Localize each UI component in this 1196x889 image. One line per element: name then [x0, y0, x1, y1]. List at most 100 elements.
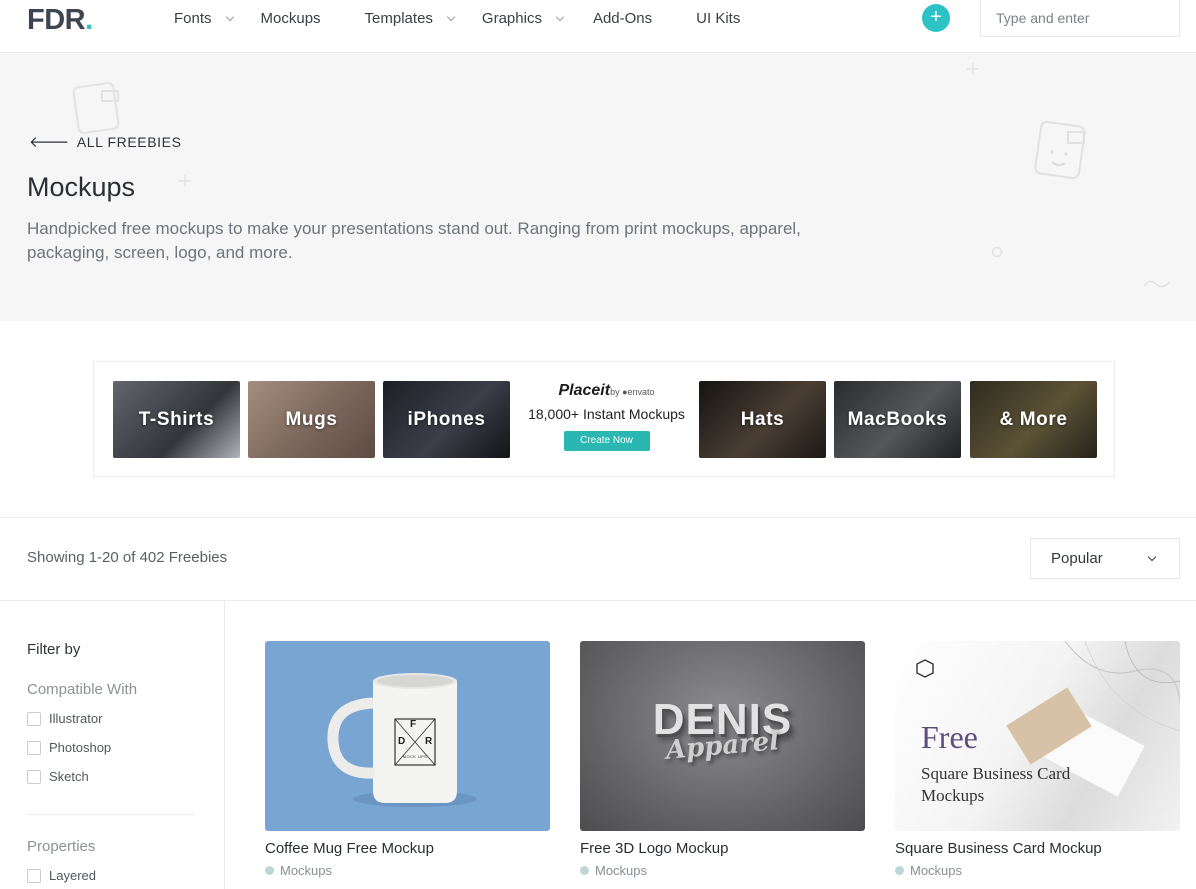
- hero-section: 🡐 ALL FREEBIES Mockups Handpicked free m…: [0, 54, 1196, 321]
- card-line-text: Mockups: [921, 786, 985, 805]
- nav-graphics-label: Graphics: [481, 9, 542, 27]
- logo-text: FDR: [27, 4, 86, 36]
- doodle-tag-icon: [72, 82, 120, 134]
- section-divider: [0, 517, 1196, 518]
- banner-tile-tshirts[interactable]: T-Shirts: [113, 381, 240, 458]
- arrow-left-icon: 🡐: [29, 134, 70, 151]
- site-header: FDR. Fonts Mockups Templates Graphics Ad…: [0, 0, 1196, 53]
- nav-mockups-label: Mockups: [260, 9, 321, 27]
- filter-option-label: Layered: [49, 868, 96, 883]
- banner-tile-label: iPhones: [407, 408, 486, 430]
- freebie-card[interactable]: DENIS Apparel Free 3D Logo Mockup Mockup…: [580, 641, 865, 878]
- filter-option-layered[interactable]: Layered: [27, 868, 96, 883]
- nav-ui-kits[interactable]: UI Kits: [696, 10, 740, 27]
- card-category-label: Mockups: [595, 863, 648, 878]
- sidebar-divider: [27, 814, 195, 815]
- placeit-by-envato: by ●envato: [610, 387, 655, 397]
- freebie-card[interactable]: F D R MOCK UPS Coffee Mug Free Mockup Mo…: [265, 641, 550, 878]
- mug-subtext: MOCK UPS: [402, 754, 428, 759]
- nav-fonts-label: Fonts: [174, 9, 212, 27]
- banner-tile-label: & More: [999, 408, 1068, 430]
- search-input[interactable]: [980, 0, 1180, 37]
- card-thumbnail[interactable]: F D R MOCK UPS: [265, 641, 550, 831]
- main-nav: Fonts Mockups Templates Graphics Add-Ons…: [174, 0, 740, 36]
- nav-templates[interactable]: Templates: [364, 9, 456, 27]
- banner-tile-more[interactable]: & More: [970, 381, 1097, 458]
- nav-mockups[interactable]: Mockups: [261, 10, 321, 27]
- chevron-down-icon: [446, 12, 456, 21]
- card-category[interactable]: Mockups: [895, 863, 1180, 878]
- banner-tile-label: T-Shirts: [138, 408, 215, 430]
- card-title[interactable]: Free 3D Logo Mockup: [580, 840, 865, 857]
- sort-select[interactable]: Popular: [1030, 538, 1180, 579]
- filter-group-compatible: Compatible With: [27, 681, 138, 698]
- card-category[interactable]: Mockups: [580, 863, 865, 878]
- banner-tile-macbooks[interactable]: MacBooks: [834, 381, 961, 458]
- placeit-brand: Placeit: [558, 382, 611, 399]
- placeit-promo: Placeitby ●envato 18,000+ Instant Mockup…: [519, 382, 694, 451]
- nav-templates-label: Templates: [364, 9, 433, 27]
- mug-image: [327, 673, 477, 807]
- nav-add-ons[interactable]: Add-Ons: [593, 10, 652, 27]
- results-count: Showing 1-20 of 402 Freebies: [27, 549, 228, 566]
- logo-dot: .: [85, 4, 93, 36]
- mug-letter: F: [410, 719, 417, 730]
- placeit-count: 18,000+ Instant Mockups: [528, 406, 685, 422]
- all-freebies-link[interactable]: 🡐 ALL FREEBIES: [29, 132, 182, 152]
- filter-sidebar: Filter by Compatible With Illustrator Ph…: [0, 601, 225, 889]
- doodle-plus-icon: [967, 63, 979, 75]
- doodle-circle-icon: [991, 246, 1003, 258]
- nav-fonts[interactable]: Fonts: [174, 9, 234, 27]
- card-line-text: Square Business Card: [921, 764, 1071, 783]
- card-category[interactable]: Mockups: [265, 863, 550, 878]
- page-description: Handpicked free mockups to make your pre…: [27, 219, 801, 262]
- filter-option-sketch[interactable]: Sketch: [27, 769, 89, 784]
- freebie-card[interactable]: Free Square Business Card Mockups Square…: [895, 641, 1180, 878]
- site-logo[interactable]: FDR.: [27, 4, 93, 37]
- card-thumbnail[interactable]: Free Square Business Card Mockups: [895, 641, 1180, 831]
- chevron-down-icon: [1147, 552, 1157, 562]
- category-dot-icon: [265, 866, 274, 875]
- nav-ui-kits-label: UI Kits: [696, 9, 741, 27]
- category-dot-icon: [895, 866, 904, 875]
- filter-option-label: Illustrator: [49, 711, 103, 726]
- banner-tile-mugs[interactable]: Mugs: [248, 381, 375, 458]
- card-title[interactable]: Coffee Mug Free Mockup: [265, 840, 550, 857]
- card-title[interactable]: Square Business Card Mockup: [895, 840, 1180, 857]
- sort-value: Popular: [1051, 550, 1103, 567]
- checkbox[interactable]: [27, 769, 41, 784]
- filter-option-label: Photoshop: [49, 740, 112, 755]
- checkbox[interactable]: [27, 740, 41, 755]
- checkbox[interactable]: [27, 711, 41, 726]
- banner-tile-label: Mugs: [285, 408, 338, 430]
- banner-tile-label: MacBooks: [847, 408, 948, 430]
- banner-tile-iphones[interactable]: iPhones: [383, 381, 510, 458]
- card-category-label: Mockups: [910, 863, 963, 878]
- plus-icon[interactable]: +: [922, 4, 950, 32]
- filter-option-label: Sketch: [49, 769, 89, 784]
- filter-option-illustrator[interactable]: Illustrator: [27, 711, 102, 726]
- nav-graphics[interactable]: Graphics: [481, 9, 565, 27]
- placeit-banner[interactable]: T-Shirts Mugs iPhones Placeitby ●envato …: [93, 361, 1115, 477]
- card-thumbnail[interactable]: DENIS Apparel: [580, 641, 865, 831]
- filter-group-properties: Properties: [27, 838, 96, 855]
- doodle-squiggle-icon: [1143, 280, 1171, 288]
- page-title: Mockups: [27, 172, 136, 202]
- checkbox[interactable]: [27, 868, 41, 883]
- doodle-plus-icon: [179, 175, 191, 187]
- card-heading-text: Free: [921, 719, 978, 755]
- nav-add-ons-label: Add-Ons: [592, 9, 653, 27]
- mug-letter: R: [425, 736, 433, 747]
- doodle-face-icon: [1034, 120, 1086, 180]
- banner-tile-hats[interactable]: Hats: [699, 381, 826, 458]
- card-category-label: Mockups: [280, 863, 333, 878]
- all-freebies-label: ALL FREEBIES: [76, 133, 182, 150]
- filter-title: Filter by: [27, 641, 81, 658]
- mug-letter: D: [398, 736, 406, 747]
- chevron-down-icon: [225, 12, 234, 21]
- placeit-logo: Placeitby ●envato: [519, 382, 694, 400]
- banner-tile-label: Hats: [740, 408, 785, 430]
- chevron-down-icon: [555, 12, 565, 21]
- filter-option-photoshop[interactable]: Photoshop: [27, 740, 111, 755]
- create-now-button[interactable]: Create Now: [563, 431, 650, 451]
